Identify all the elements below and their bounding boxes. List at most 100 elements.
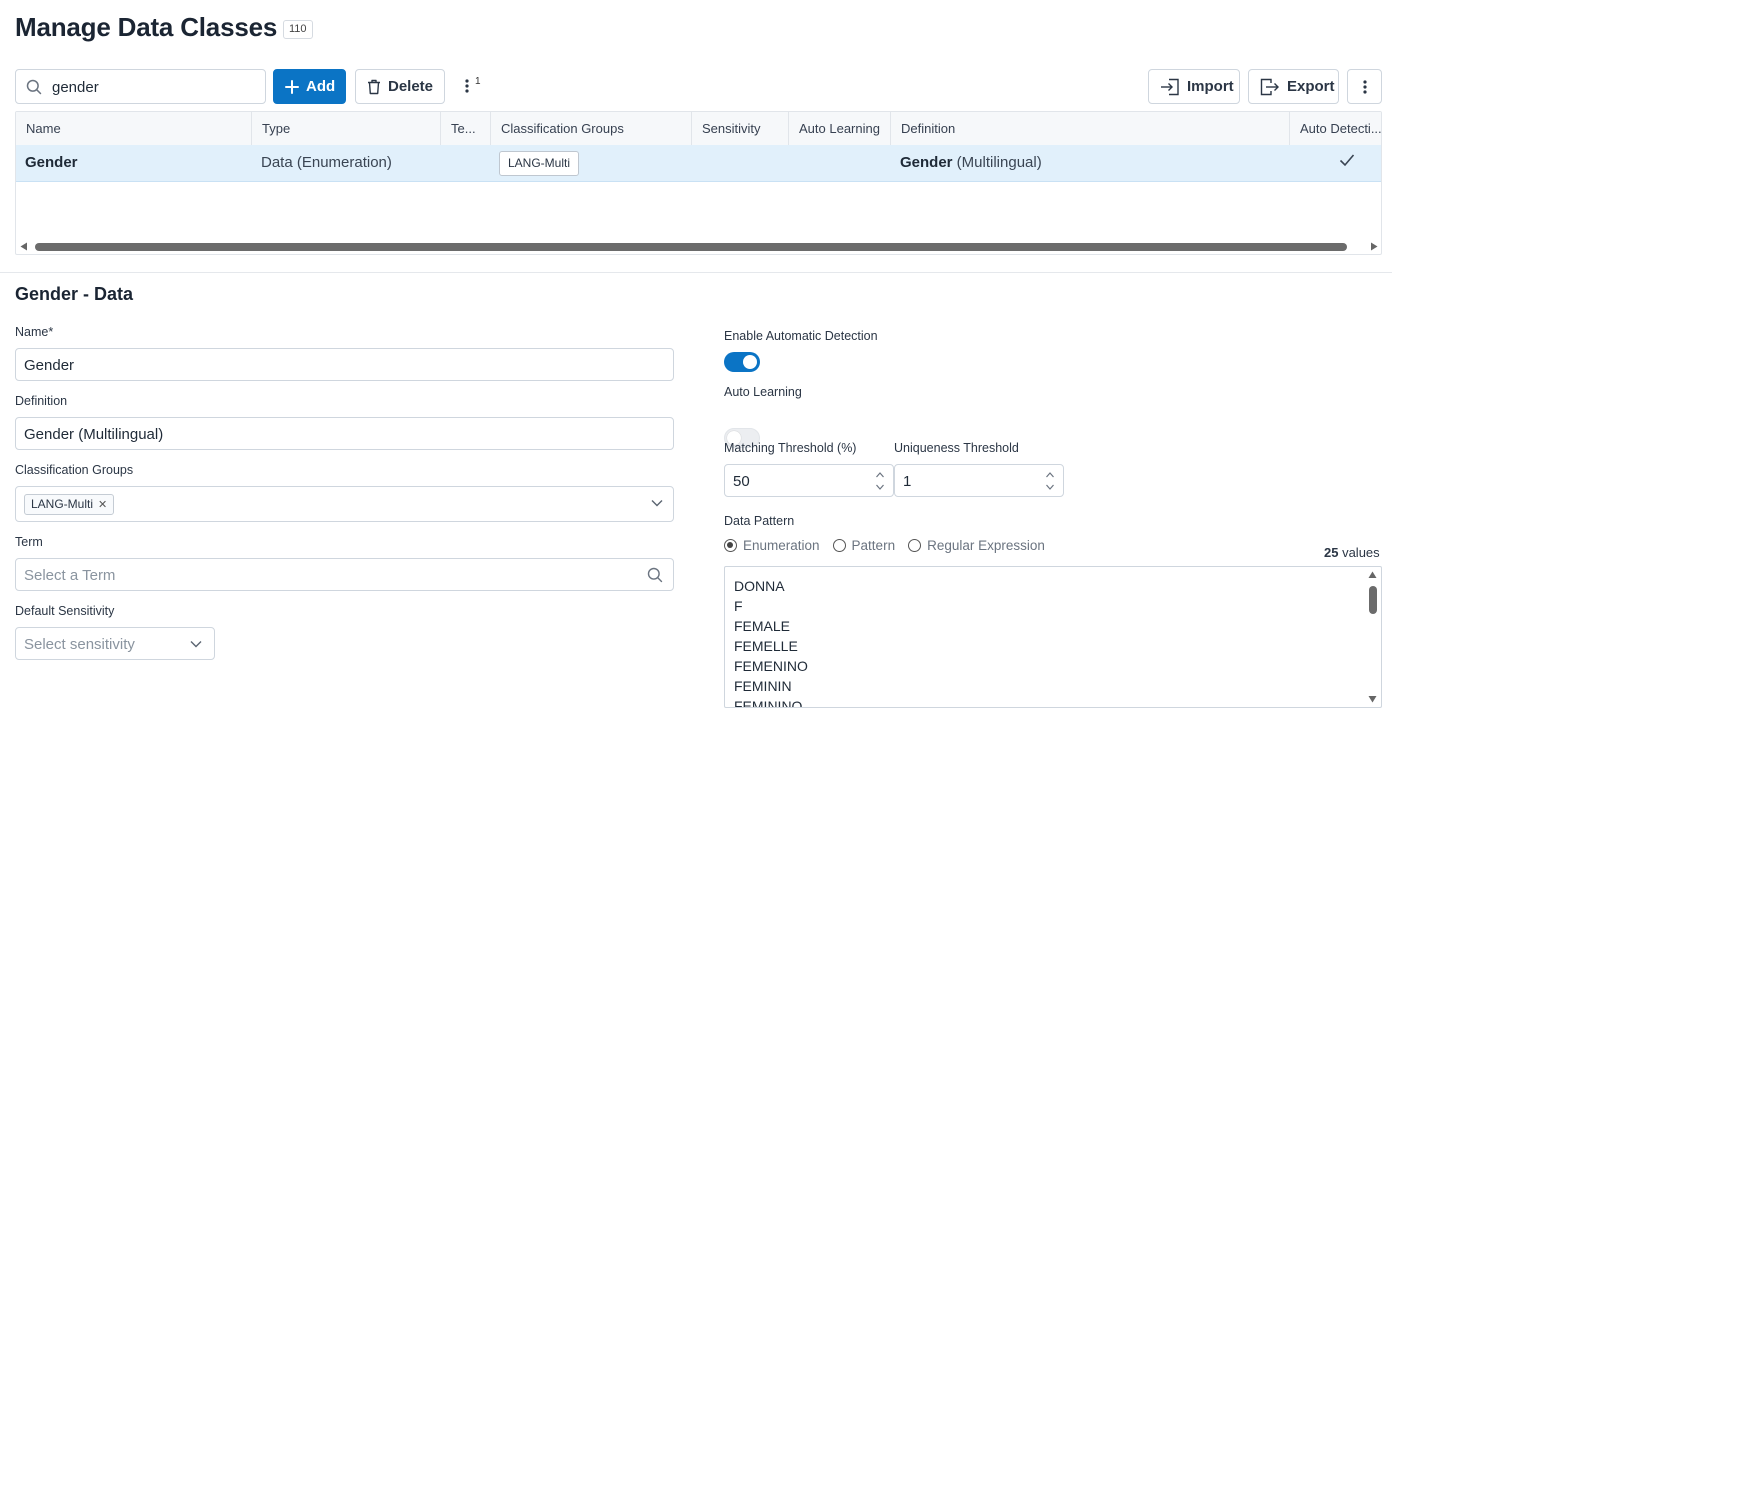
name-input[interactable] xyxy=(24,354,664,376)
name-label: Name* xyxy=(15,325,54,339)
count-badge: 110 xyxy=(283,20,313,39)
enable-auto-detection-label: Enable Automatic Detection xyxy=(724,329,878,343)
scroll-down-arrow-icon[interactable] xyxy=(1368,695,1377,703)
matching-threshold-label: Matching Threshold (%) xyxy=(724,441,857,455)
list-item: FEMELLE xyxy=(734,638,798,654)
column-header-type[interactable]: Type xyxy=(252,112,441,145)
enable-auto-detection-toggle[interactable] xyxy=(724,352,760,372)
default-sensitivity-label: Default Sensitivity xyxy=(15,604,115,618)
column-header-auto-detection[interactable]: Auto Detecti... xyxy=(1290,112,1381,145)
scroll-right-arrow-icon[interactable] xyxy=(1370,242,1378,251)
list-item: DONNA xyxy=(734,578,785,594)
spin-arrows-icon[interactable] xyxy=(1045,470,1055,492)
definition-field[interactable] xyxy=(15,417,674,450)
cell-definition: Gender (Multilingual) xyxy=(891,145,1290,180)
values-count-suffix: values xyxy=(1338,545,1380,560)
cell-type: Data (Enumeration) xyxy=(261,154,392,171)
import-button[interactable]: Import xyxy=(1148,69,1240,104)
matching-threshold-stepper[interactable] xyxy=(724,464,894,497)
radio-unchecked-icon xyxy=(832,539,846,552)
term-field[interactable] xyxy=(15,558,674,591)
spin-arrows-icon[interactable] xyxy=(875,470,885,492)
radio-enumeration[interactable]: Enumeration xyxy=(724,538,820,553)
scrollbar-thumb[interactable] xyxy=(35,243,1347,251)
sensitivity-placeholder: Select sensitivity xyxy=(24,636,135,653)
enumeration-values-textarea[interactable]: DONNA F FEMALE FEMELLE FEMENINO FEMININ … xyxy=(724,566,1382,708)
cell-classification-groups: LANG-Multi xyxy=(491,145,692,180)
uniqueness-threshold-stepper[interactable] xyxy=(894,464,1064,497)
column-header-classification-groups[interactable]: Classification Groups xyxy=(491,112,692,145)
classification-group-tag-label: LANG-Multi xyxy=(31,497,94,511)
vertical-dots-icon xyxy=(465,78,469,94)
more-actions-count: 1 xyxy=(475,76,481,87)
values-count: 25 values xyxy=(1324,545,1380,560)
column-header-name[interactable]: Name xyxy=(16,112,252,145)
cell-auto-learning xyxy=(789,145,891,180)
cell-term xyxy=(441,145,491,180)
uniqueness-threshold-label: Uniqueness Threshold xyxy=(894,441,1019,455)
add-button-label: Add xyxy=(306,78,336,95)
table-header: Name Type Te... Classification Groups Se… xyxy=(16,112,1381,146)
column-header-definition[interactable]: Definition xyxy=(891,112,1290,145)
toggle-knob xyxy=(743,355,757,369)
matching-threshold-input[interactable] xyxy=(733,470,863,492)
search-icon[interactable] xyxy=(647,567,663,583)
radio-regular-expression[interactable]: Regular Expression xyxy=(908,538,1045,553)
classification-group-tag: LANG-Multi ✕ xyxy=(24,494,115,515)
table-row[interactable]: Gender Data (Enumeration) LANG-Multi Gen… xyxy=(16,145,1381,182)
section-divider xyxy=(0,272,1392,273)
uniqueness-threshold-input[interactable] xyxy=(903,470,1033,492)
import-icon xyxy=(1160,78,1180,96)
enumeration-values-list: DONNA F FEMALE FEMELLE FEMENINO FEMININ … xyxy=(734,576,808,708)
more-actions-button[interactable]: 1 xyxy=(458,76,486,98)
remove-tag-icon[interactable]: ✕ xyxy=(98,496,107,515)
name-field[interactable] xyxy=(15,348,674,381)
radio-pattern-label: Pattern xyxy=(851,538,896,553)
column-header-sensitivity[interactable]: Sensitivity xyxy=(692,112,789,145)
classification-group-chip: LANG-Multi xyxy=(499,150,580,176)
cell-name: Gender xyxy=(25,154,78,171)
trash-icon xyxy=(367,79,381,95)
add-button[interactable]: Add xyxy=(273,69,346,104)
data-pattern-label: Data Pattern xyxy=(724,514,795,528)
import-button-label: Import xyxy=(1187,78,1234,95)
classification-groups-select[interactable]: LANG-Multi ✕ xyxy=(15,486,674,522)
definition-rest: (Multilingual) xyxy=(952,154,1042,171)
sensitivity-select[interactable]: Select sensitivity xyxy=(15,627,215,660)
list-item: FEMENINO xyxy=(734,658,808,674)
search-box[interactable] xyxy=(15,69,266,104)
overflow-menu-button[interactable] xyxy=(1347,69,1382,104)
scroll-up-arrow-icon[interactable] xyxy=(1368,571,1377,579)
radio-regular-expression-label: Regular Expression xyxy=(927,538,1045,553)
term-input[interactable] xyxy=(24,564,634,586)
radio-checked-icon xyxy=(724,539,737,552)
scroll-left-arrow-icon[interactable] xyxy=(20,242,28,251)
list-item: FEMALE xyxy=(734,618,791,634)
definition-input[interactable] xyxy=(24,423,664,445)
page-title: Manage Data Classes xyxy=(15,12,278,42)
detail-title: Gender - Data xyxy=(15,284,134,304)
radio-pattern[interactable]: Pattern xyxy=(832,538,896,553)
definition-label: Definition xyxy=(15,394,68,408)
data-classes-table: Name Type Te... Classification Groups Se… xyxy=(15,111,1382,255)
cell-sensitivity xyxy=(692,145,789,180)
vertical-dots-icon xyxy=(1362,79,1367,95)
term-label: Term xyxy=(15,535,43,549)
definition-term: Gender xyxy=(900,154,953,171)
list-item: FEMININO xyxy=(734,698,803,708)
export-icon xyxy=(1260,78,1280,96)
radio-enumeration-label: Enumeration xyxy=(743,538,820,553)
radio-unchecked-icon xyxy=(908,539,922,552)
export-button[interactable]: Export xyxy=(1248,69,1339,104)
delete-button[interactable]: Delete xyxy=(355,69,445,104)
column-header-auto-learning[interactable]: Auto Learning xyxy=(789,112,891,145)
list-item: FEMININ xyxy=(734,678,792,694)
classification-groups-label: Classification Groups xyxy=(15,463,134,477)
plus-icon xyxy=(285,79,299,94)
column-header-term[interactable]: Te... xyxy=(441,112,491,145)
search-input[interactable] xyxy=(52,76,257,98)
checkmark-icon xyxy=(1339,153,1355,167)
horizontal-scrollbar[interactable] xyxy=(16,238,1381,254)
chevron-down-icon[interactable] xyxy=(651,499,663,507)
scrollbar-thumb[interactable] xyxy=(1369,586,1377,614)
